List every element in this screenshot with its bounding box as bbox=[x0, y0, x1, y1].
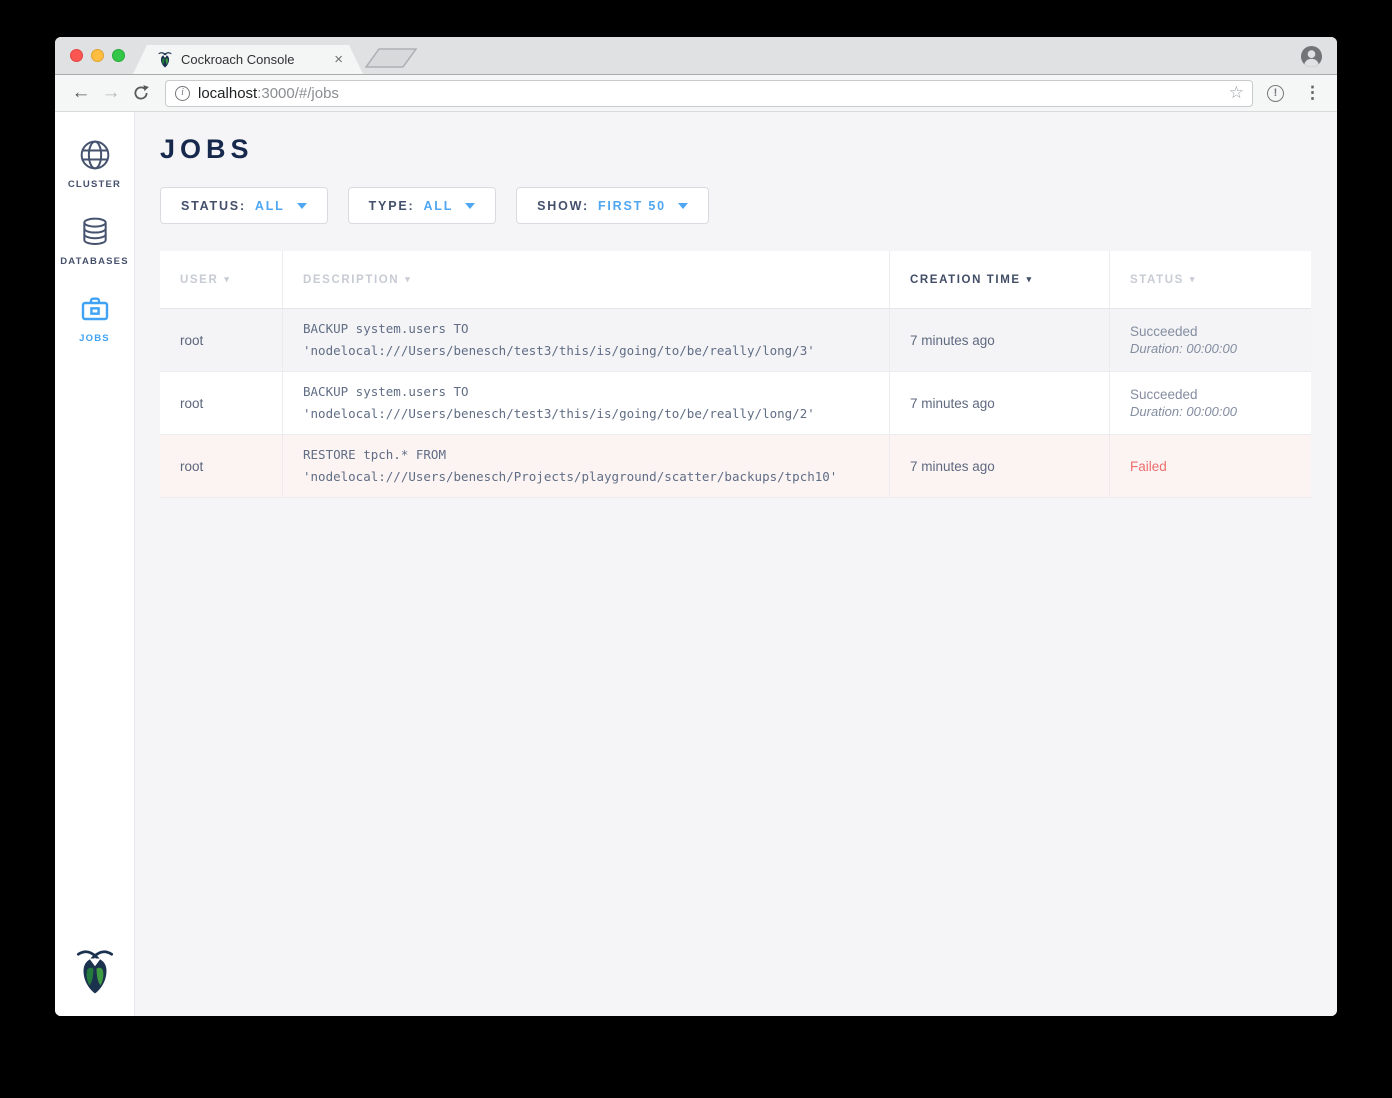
close-window-button[interactable] bbox=[70, 49, 83, 62]
description-line: 'nodelocal:///Users/benesch/Projects/pla… bbox=[303, 466, 873, 488]
filter-label: STATUS: bbox=[181, 199, 246, 213]
column-header-creation-time[interactable]: CREATION TIME ▾ bbox=[890, 251, 1110, 308]
filter-value: FIRST 50 bbox=[598, 199, 666, 213]
sidebar: CLUSTER DATABASES bbox=[55, 112, 135, 1016]
tab-strip: Cockroach Console × bbox=[55, 37, 1337, 75]
extension-icon[interactable]: ! bbox=[1267, 85, 1284, 102]
status-cell: Failed bbox=[1110, 435, 1311, 498]
column-header-label: STATUS bbox=[1130, 274, 1184, 286]
user-cell: root bbox=[160, 435, 283, 498]
column-header-status[interactable]: STATUS ▾ bbox=[1110, 251, 1311, 308]
globe-icon bbox=[79, 139, 111, 171]
description-line: RESTORE tpch.* FROM bbox=[303, 444, 873, 466]
address-bar[interactable]: i localhost:3000/#/jobs ☆ bbox=[165, 80, 1253, 107]
sidebar-item-cluster[interactable]: CLUSTER bbox=[55, 126, 134, 203]
window-controls bbox=[70, 49, 125, 62]
description-line: 'nodelocal:///Users/benesch/test3/this/i… bbox=[303, 403, 873, 425]
chevron-down-icon bbox=[678, 203, 688, 209]
user-cell: root bbox=[160, 309, 283, 372]
filter-value: ALL bbox=[255, 199, 285, 213]
creation-time-cell: 7 minutes ago bbox=[890, 372, 1110, 435]
favicon-cockroach-icon bbox=[157, 51, 173, 68]
column-header-user[interactable]: USER ▾ bbox=[160, 251, 283, 308]
zoom-window-button[interactable] bbox=[112, 49, 125, 62]
browser-tab[interactable]: Cockroach Console × bbox=[133, 45, 363, 74]
back-icon[interactable]: ← bbox=[69, 82, 93, 104]
column-header-label: USER bbox=[180, 274, 218, 286]
sort-arrow-icon: ▾ bbox=[1190, 274, 1196, 285]
close-tab-icon[interactable]: × bbox=[334, 52, 343, 67]
briefcase-icon bbox=[79, 293, 111, 325]
minimize-window-button[interactable] bbox=[91, 49, 104, 62]
filter-value: ALL bbox=[423, 199, 453, 213]
description-cell: RESTORE tpch.* FROM 'nodelocal:///Users/… bbox=[283, 435, 890, 498]
creation-time-cell: 7 minutes ago bbox=[890, 309, 1110, 372]
user-cell: root bbox=[160, 372, 283, 435]
profile-avatar-icon[interactable] bbox=[1300, 45, 1323, 73]
cockroach-logo bbox=[74, 947, 116, 1000]
column-header-label: DESCRIPTION bbox=[303, 274, 399, 286]
sort-arrow-icon: ▾ bbox=[224, 274, 230, 285]
browser-window: Cockroach Console × ← → i localhost:3000… bbox=[55, 37, 1337, 1016]
browser-toolbar: ← → i localhost:3000/#/jobs ☆ ! ⋮ bbox=[55, 75, 1337, 112]
reload-icon[interactable] bbox=[129, 84, 153, 102]
description-line: BACKUP system.users TO bbox=[303, 381, 873, 403]
url-text[interactable]: localhost:3000/#/jobs bbox=[198, 85, 1221, 102]
sidebar-item-label: CLUSTER bbox=[68, 179, 121, 190]
sidebar-item-jobs[interactable]: JOBS bbox=[55, 280, 134, 357]
description-line: 'nodelocal:///Users/benesch/test3/this/i… bbox=[303, 340, 873, 362]
sidebar-item-label: JOBS bbox=[79, 333, 110, 344]
sidebar-item-label: DATABASES bbox=[60, 256, 129, 267]
database-icon bbox=[79, 216, 111, 248]
status-duration: Duration: 00:00:00 bbox=[1130, 404, 1295, 419]
page-title: JOBS bbox=[160, 134, 1311, 165]
url-path: :3000/#/jobs bbox=[257, 85, 339, 102]
description-cell: BACKUP system.users TO 'nodelocal:///Use… bbox=[283, 372, 890, 435]
show-filter-dropdown[interactable]: SHOW: FIRST 50 bbox=[516, 187, 709, 224]
status-text: Failed bbox=[1130, 459, 1295, 474]
column-header-label: CREATION TIME bbox=[910, 274, 1021, 286]
jobs-table: USER ▾ DESCRIPTION ▾ CREATION TIME ▾ STA… bbox=[160, 251, 1311, 498]
url-host: localhost bbox=[198, 85, 257, 102]
description-cell: BACKUP system.users TO 'nodelocal:///Use… bbox=[283, 309, 890, 372]
bookmark-star-icon[interactable]: ☆ bbox=[1229, 83, 1244, 103]
chevron-down-icon bbox=[465, 203, 475, 209]
filter-bar: STATUS: ALL TYPE: ALL SHOW: FIRST 50 bbox=[160, 187, 1311, 224]
tab-title: Cockroach Console bbox=[181, 52, 326, 67]
table-row[interactable]: root RESTORE tpch.* FROM 'nodelocal:///U… bbox=[160, 435, 1311, 498]
filter-label: SHOW: bbox=[537, 199, 589, 213]
sort-arrow-icon: ▾ bbox=[405, 274, 411, 285]
status-text: Succeeded bbox=[1130, 387, 1295, 402]
status-cell: Succeeded Duration: 00:00:00 bbox=[1110, 372, 1311, 435]
filter-label: TYPE: bbox=[369, 199, 415, 213]
new-tab-button[interactable] bbox=[365, 48, 417, 73]
column-header-description[interactable]: DESCRIPTION ▾ bbox=[283, 251, 890, 308]
sort-arrow-icon: ▾ bbox=[1027, 274, 1033, 285]
creation-time-cell: 7 minutes ago bbox=[890, 435, 1110, 498]
status-filter-dropdown[interactable]: STATUS: ALL bbox=[160, 187, 328, 224]
table-header-row: USER ▾ DESCRIPTION ▾ CREATION TIME ▾ STA… bbox=[160, 251, 1311, 309]
table-row[interactable]: root BACKUP system.users TO 'nodelocal:/… bbox=[160, 309, 1311, 372]
status-text: Succeeded bbox=[1130, 324, 1295, 339]
status-cell: Succeeded Duration: 00:00:00 bbox=[1110, 309, 1311, 372]
type-filter-dropdown[interactable]: TYPE: ALL bbox=[348, 187, 497, 224]
description-line: BACKUP system.users TO bbox=[303, 318, 873, 340]
forward-icon: → bbox=[99, 82, 123, 104]
chevron-down-icon bbox=[297, 203, 307, 209]
sidebar-item-databases[interactable]: DATABASES bbox=[55, 203, 134, 280]
page-info-icon[interactable]: i bbox=[175, 86, 190, 101]
browser-menu-icon[interactable]: ⋮ bbox=[1300, 83, 1325, 103]
app-body: CLUSTER DATABASES bbox=[55, 112, 1337, 1016]
table-row[interactable]: root BACKUP system.users TO 'nodelocal:/… bbox=[160, 372, 1311, 435]
status-duration: Duration: 00:00:00 bbox=[1130, 341, 1295, 356]
main-content: JOBS STATUS: ALL TYPE: ALL SHOW: FIRST 5… bbox=[135, 112, 1337, 1016]
